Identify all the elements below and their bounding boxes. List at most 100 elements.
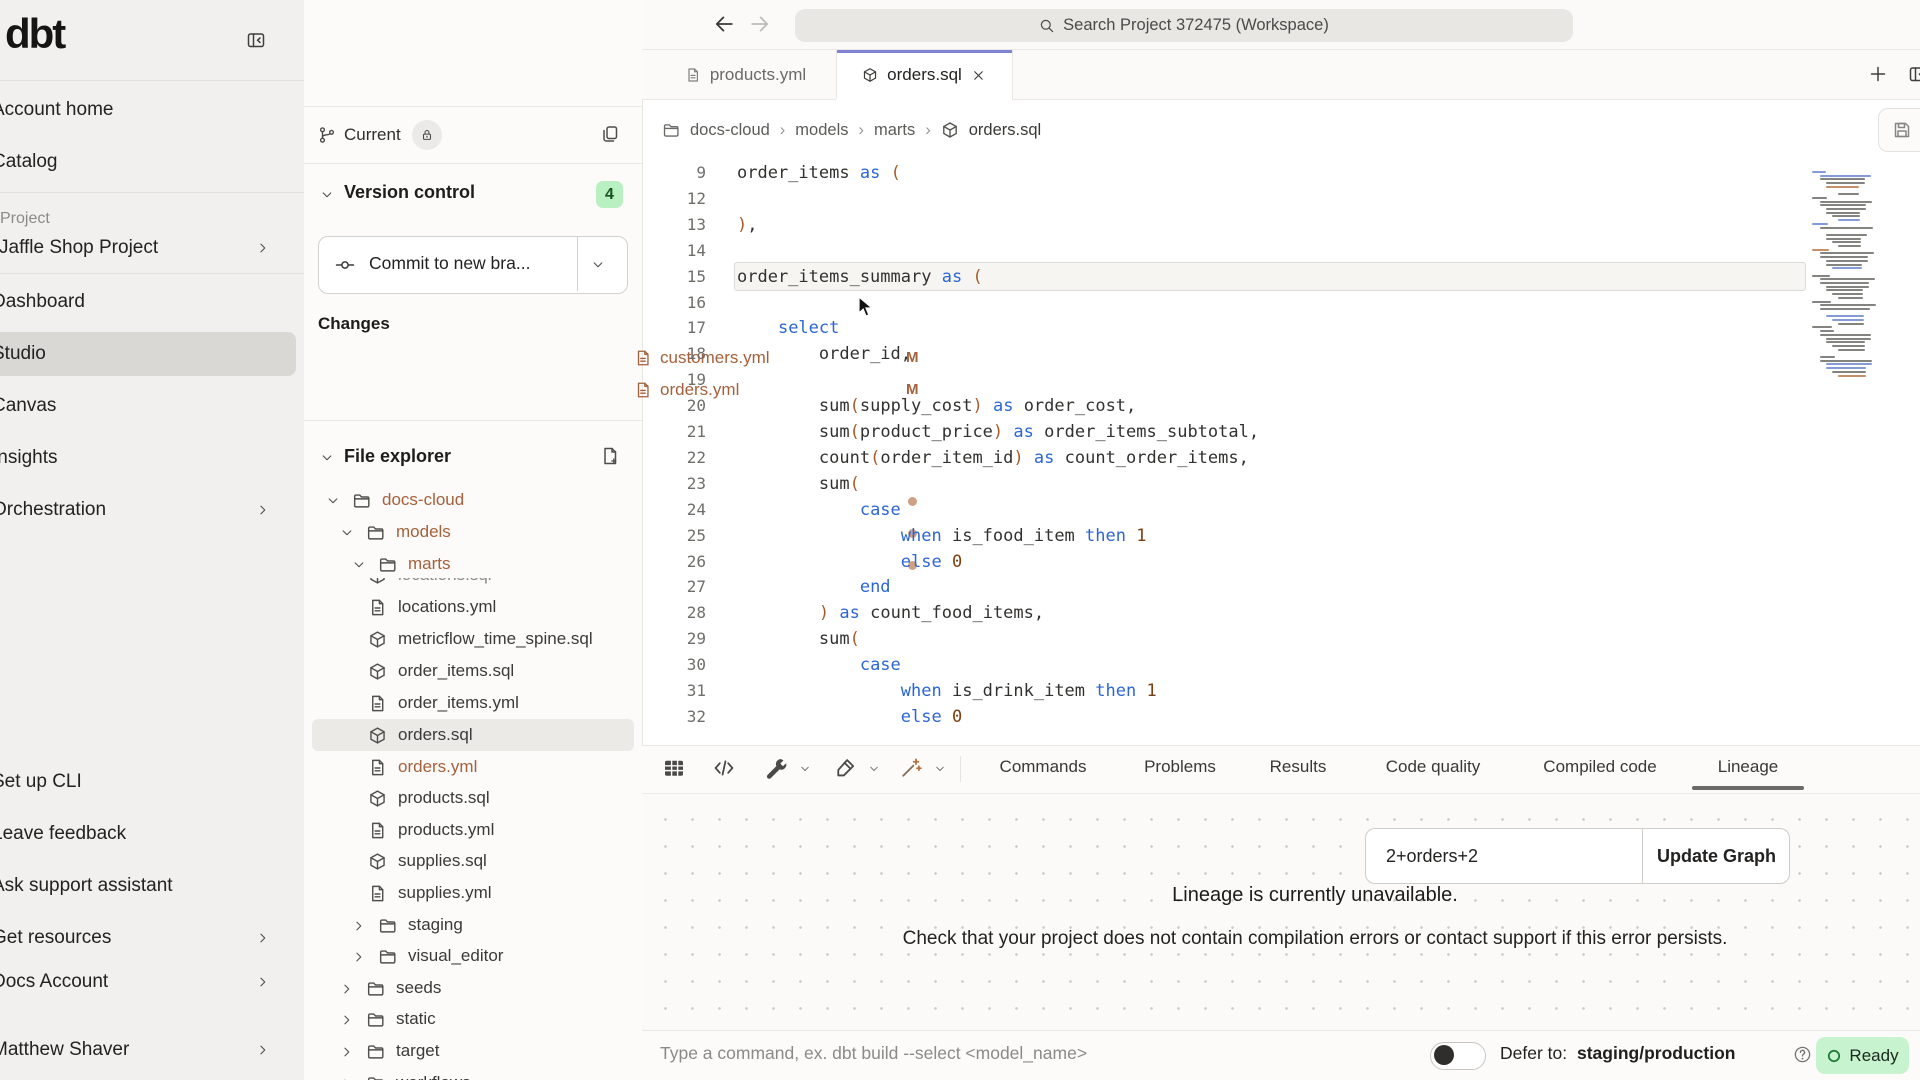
tree-item-order-items-sql[interactable]: order_items.sql	[304, 656, 642, 687]
commit-button[interactable]: Commit to new bra...	[318, 236, 628, 294]
workspace-search-input[interactable]: Search Project 372475 (Workspace)	[795, 9, 1573, 42]
code-line-22[interactable]: 22 count(order_item_id) as count_order_i…	[642, 445, 1920, 471]
commit-dropdown-icon[interactable]	[591, 258, 605, 272]
breadcrumb-segment[interactable]: models	[795, 121, 848, 140]
bottom-tab-commands[interactable]: Commands	[1000, 745, 1087, 789]
code-line-19[interactable]: 19	[642, 367, 1920, 393]
code-line-31[interactable]: 31 when is_drink_item then 1	[642, 678, 1920, 704]
chevron-down-icon[interactable]	[934, 763, 946, 775]
chevron-down-icon[interactable]	[352, 558, 366, 572]
new-file-icon[interactable]	[600, 446, 620, 466]
tree-item-staging[interactable]: staging	[304, 910, 642, 941]
code-line-27[interactable]: 27 end	[642, 574, 1920, 600]
branch-name[interactable]: Current	[344, 125, 401, 145]
tree-item-models[interactable]: models	[304, 517, 642, 548]
code-line-25[interactable]: 25 when is_food_item then 1	[642, 523, 1920, 549]
sidebar-item-docs-account[interactable]: Docs Account	[0, 960, 296, 1004]
tree-item-static[interactable]: static	[304, 1004, 642, 1035]
code-line-16[interactable]: 16	[642, 290, 1920, 316]
bottom-tool-code-icon[interactable]	[712, 756, 736, 780]
sidebar-item-leave-feedback[interactable]: Leave feedback	[0, 812, 296, 856]
chevron-right-icon[interactable]	[340, 982, 354, 996]
lineage-selector-input[interactable]: 2+orders+2	[1366, 829, 1642, 883]
code-line-26[interactable]: 26 else 0	[642, 549, 1920, 575]
tree-item-metricflow-time-spine-sql[interactable]: metricflow_time_spine.sql	[304, 624, 642, 655]
tree-item-locations-sql[interactable]: locations.sql	[304, 578, 642, 591]
sidebar-item-set-up-cli[interactable]: Set up CLI	[0, 760, 296, 804]
code-line-21[interactable]: 21 sum(product_price) as order_items_sub…	[642, 419, 1920, 445]
chevron-down-icon[interactable]	[326, 494, 340, 508]
bottom-tab-compiled-code[interactable]: Compiled code	[1543, 745, 1656, 789]
tree-item-supplies-sql[interactable]: supplies.sql	[304, 846, 642, 877]
change-file-orders.yml[interactable]: orders.yml M	[304, 374, 642, 406]
chevron-down-icon[interactable]	[320, 188, 334, 202]
sidebar-item-insights[interactable]: Insights	[0, 436, 296, 480]
tree-item-orders-yml[interactable]: orders.ymlM	[304, 752, 642, 783]
tab-orders-sql[interactable]: orders.sql	[836, 50, 1012, 100]
code-line-14[interactable]: 14	[642, 238, 1920, 264]
code-line-9[interactable]: 9order_items as (	[642, 160, 1920, 186]
chevron-right-icon[interactable]	[352, 919, 366, 933]
sidebar-collapse-icon[interactable]	[246, 30, 266, 50]
save-file-button[interactable]	[1878, 108, 1920, 152]
sidebar-item-get-resources[interactable]: Get resources	[0, 916, 296, 960]
back-arrow-icon[interactable]	[712, 12, 736, 36]
file-explorer-title[interactable]: File explorer	[344, 446, 451, 467]
forward-arrow-icon[interactable]	[748, 12, 772, 36]
code-line-30[interactable]: 30 case	[642, 652, 1920, 678]
sidebar-item-canvas[interactable]: Canvas	[0, 384, 296, 428]
defer-toggle[interactable]	[1430, 1042, 1486, 1070]
bottom-tab-problems[interactable]: Problems	[1144, 745, 1216, 789]
bottom-tool-wrench-icon[interactable]	[764, 756, 788, 780]
code-line-28[interactable]: 28 ) as count_food_items,	[642, 600, 1920, 626]
sidebar-item-matthew-shaver[interactable]: Matthew Shaver	[0, 1028, 296, 1072]
chevron-right-icon[interactable]	[340, 1013, 354, 1027]
copy-branch-icon[interactable]	[600, 124, 620, 144]
split-editor-icon[interactable]	[1908, 64, 1920, 84]
chevron-down-icon[interactable]	[340, 526, 354, 540]
breadcrumb-segment[interactable]: marts	[874, 121, 915, 140]
sidebar-item-account-home[interactable]: Account home	[0, 88, 296, 132]
chevron-right-icon[interactable]	[352, 950, 366, 964]
sidebar-item-studio[interactable]: Studio	[0, 332, 296, 376]
tab-products-yml[interactable]: products.yml	[655, 50, 836, 100]
tree-item-order-items-yml[interactable]: order_items.yml	[304, 688, 642, 719]
code-line-23[interactable]: 23 sum(	[642, 471, 1920, 497]
help-icon[interactable]	[1793, 1045, 1812, 1064]
close-icon[interactable]	[971, 68, 986, 83]
tree-item-supplies-yml[interactable]: supplies.yml	[304, 878, 642, 909]
tree-item-visual-editor[interactable]: visual_editor	[304, 941, 642, 972]
tree-item-seeds[interactable]: seeds	[304, 973, 642, 1004]
sidebar-item-orchestration[interactable]: Orchestration	[0, 488, 296, 532]
command-input[interactable]: Type a command, ex. dbt build --select <…	[660, 1043, 1087, 1064]
update-graph-button[interactable]: Update Graph	[1642, 829, 1790, 883]
chevron-right-icon[interactable]	[340, 1045, 354, 1059]
bottom-tool-table-icon[interactable]	[662, 756, 686, 780]
chevron-down-icon[interactable]	[799, 763, 811, 775]
tree-item-products-yml[interactable]: products.yml	[304, 815, 642, 846]
bottom-tool-wand-icon[interactable]	[899, 756, 923, 780]
bottom-tab-results[interactable]: Results	[1270, 745, 1327, 789]
tree-item-locations-yml[interactable]: locations.yml	[304, 592, 642, 623]
bottom-tab-lineage[interactable]: Lineage	[1718, 745, 1779, 789]
new-tab-icon[interactable]	[1868, 64, 1888, 84]
code-line-15[interactable]: 15order_items_summary as (	[642, 264, 1920, 290]
sidebar-item-catalog[interactable]: Catalog	[0, 140, 296, 184]
code-line-24[interactable]: 24 case	[642, 497, 1920, 523]
tree-item-orders-sql[interactable]: orders.sql	[304, 720, 642, 751]
chevron-down-icon[interactable]	[868, 763, 880, 775]
breadcrumb-segment[interactable]: docs-cloud	[690, 121, 770, 140]
code-line-29[interactable]: 29 sum(	[642, 626, 1920, 652]
code-line-20[interactable]: 20 sum(supply_cost) as order_cost,	[642, 393, 1920, 419]
status-ready-badge[interactable]: Ready	[1816, 1037, 1909, 1074]
version-control-title[interactable]: Version control	[344, 182, 475, 203]
tree-item-workflows[interactable]: workflows	[304, 1068, 642, 1080]
sidebar-item-ask-support-assistant[interactable]: Ask support assistant	[0, 864, 296, 908]
minimap[interactable]	[1812, 171, 1898, 383]
change-file-customers.yml[interactable]: customers.yml M	[304, 342, 642, 374]
code-line-12[interactable]: 12	[642, 186, 1920, 212]
tree-item-target[interactable]: target	[304, 1036, 642, 1067]
bottom-tab-code-quality[interactable]: Code quality	[1386, 745, 1481, 789]
tree-item-products-sql[interactable]: products.sql	[304, 783, 642, 814]
sidebar-item-dashboard[interactable]: Dashboard	[0, 280, 296, 324]
